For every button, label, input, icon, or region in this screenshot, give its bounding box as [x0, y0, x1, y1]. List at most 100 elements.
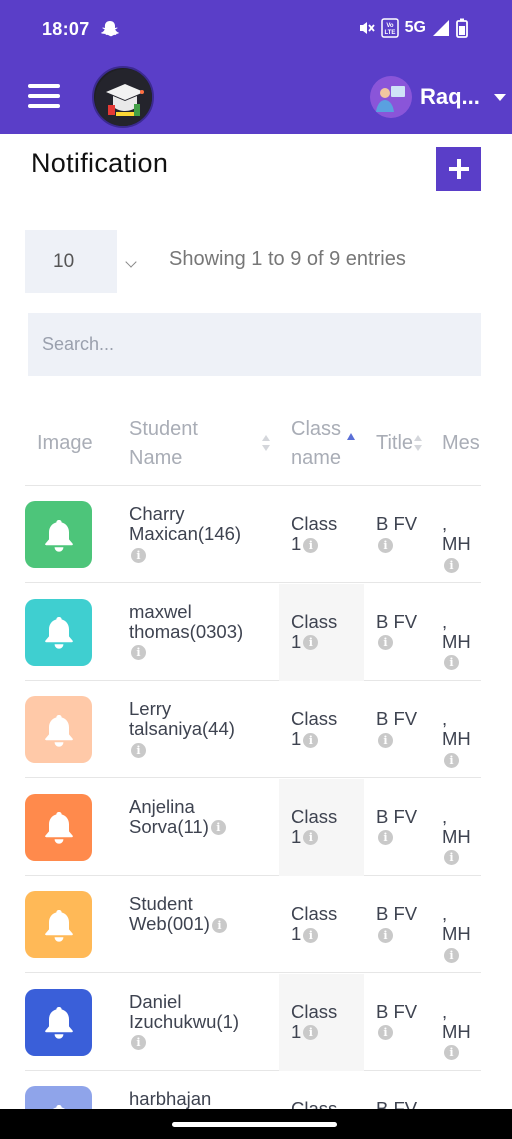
th-student-name-line1: Student: [129, 418, 198, 440]
school-logo[interactable]: [92, 66, 154, 128]
class-cell: Class 1 i: [291, 611, 337, 652]
student-name-cell-line2: talsaniya(44): [129, 718, 235, 739]
th-class-name-line1: Class: [291, 418, 342, 440]
class-cell: Class 1 i: [291, 806, 337, 847]
sort-icon[interactable]: [413, 434, 423, 452]
info-icon[interactable]: i: [444, 947, 459, 963]
info-icon[interactable]: i: [303, 1025, 319, 1041]
sort-icon[interactable]: [261, 434, 271, 452]
th-student-name[interactable]: Student Name: [129, 415, 198, 473]
info-icon[interactable]: i: [444, 752, 459, 768]
class-cell-line2: 1: [291, 825, 302, 847]
table-row[interactable]: Daniel Izuchukwu(1) i Class 1 i B FV i , MH i: [25, 973, 481, 1071]
status-icons: Vo LTE 5G: [357, 18, 468, 38]
message-cell: , MH i: [442, 806, 481, 867]
notification-bell-button[interactable]: [25, 598, 92, 666]
menu-icon[interactable]: [28, 84, 60, 110]
info-icon[interactable]: i: [303, 830, 319, 846]
message-text: , MH: [442, 903, 471, 944]
snapchat-icon: [100, 21, 119, 37]
class-cell: Class 1 i: [291, 514, 337, 554]
title-text: B FV: [376, 610, 418, 632]
message-text: , MH: [442, 1000, 471, 1042]
page-size-select[interactable]: 10: [25, 230, 137, 293]
add-notification-button[interactable]: [436, 147, 481, 191]
info-icon[interactable]: i: [378, 927, 393, 943]
table-row[interactable]: Charry Maxican(146) i Class 1 i B FV i , MH i: [25, 486, 481, 583]
info-icon[interactable]: i: [444, 557, 459, 573]
info-icon[interactable]: i: [131, 547, 146, 563]
caret-down-icon[interactable]: [493, 93, 506, 101]
student-name-cell-line2: Izuchukwu(1): [129, 1010, 240, 1032]
info-icon[interactable]: i: [444, 655, 459, 671]
info-icon[interactable]: i: [444, 850, 459, 866]
info-icon[interactable]: i: [378, 537, 393, 553]
notification-bell-button[interactable]: [25, 696, 92, 763]
class-cell-line2: 1: [291, 728, 302, 749]
student-name-cell: Lerry talsaniya(44) i: [129, 699, 279, 759]
student-name-cell-line2: thomas(0303): [129, 620, 244, 642]
info-icon[interactable]: i: [211, 917, 227, 933]
class-cell-line1: Class: [291, 513, 338, 534]
info-icon[interactable]: i: [378, 1025, 393, 1041]
title-cell: B FV i: [376, 514, 417, 554]
home-indicator[interactable]: [172, 1122, 337, 1127]
title-cell: B FV i: [376, 805, 418, 847]
notification-table: Image Student Name Class name Title Mes: [25, 400, 481, 1120]
class-cell-line2: 1: [291, 630, 302, 652]
student-name-cell: Daniel Izuchukwu(1) i: [129, 991, 279, 1052]
info-icon[interactable]: i: [378, 635, 393, 651]
info-icon[interactable]: i: [303, 635, 319, 651]
message-cell: , MH i: [442, 904, 481, 964]
student-name-cell-line1: Anjelina: [129, 795, 195, 817]
notification-bell-button[interactable]: [25, 501, 92, 568]
info-icon[interactable]: i: [378, 732, 393, 748]
signal-icon: [433, 20, 449, 36]
th-student-name-line2: Name: [129, 447, 183, 469]
notification-bell-button[interactable]: [25, 793, 92, 861]
title-cell: B FV i: [376, 610, 418, 652]
class-cell-line2: 1: [291, 533, 302, 554]
table-row[interactable]: Anjelina Sorva(11) i Class 1 i B FV i , MH i: [25, 778, 481, 876]
info-icon[interactable]: i: [378, 830, 393, 846]
table-row[interactable]: Lerry talsaniya(44) i Class 1 i B FV i , MH i: [25, 681, 481, 778]
svg-text:LTE: LTE: [384, 30, 395, 36]
user-menu[interactable]: Raq...: [370, 76, 506, 118]
entries-info: Showing 1 to 9 of 9 entries: [169, 248, 406, 270]
title-text: B FV: [376, 805, 418, 827]
student-name-cell: Student Web(001) i: [129, 894, 279, 934]
info-icon[interactable]: i: [303, 927, 319, 943]
student-name-cell-line1: Charry: [129, 503, 185, 524]
notification-bell-button[interactable]: [25, 988, 92, 1056]
student-name-cell-line1: maxwel: [129, 600, 192, 622]
th-image[interactable]: Image: [37, 429, 93, 458]
th-message[interactable]: Mes: [442, 429, 480, 458]
avatar: [370, 76, 412, 118]
class-cell-line2: 1: [291, 1020, 302, 1042]
info-icon[interactable]: i: [131, 742, 146, 758]
table-row[interactable]: Student Web(001) i Class 1 i B FV i , MH i: [25, 876, 481, 973]
message-text: , MH: [442, 708, 471, 749]
title-text: B FV: [376, 903, 418, 924]
message-cell: , MH i: [442, 611, 481, 672]
th-title[interactable]: Title: [376, 429, 413, 458]
app-bar: Raq...: [0, 60, 512, 134]
student-name-cell: Charry Maxican(146) i: [129, 504, 279, 564]
table-row[interactable]: maxwel thomas(0303) i Class 1 i B FV i , MH i: [25, 583, 481, 681]
info-icon[interactable]: i: [131, 645, 146, 661]
info-icon[interactable]: i: [131, 1035, 146, 1051]
bell-icon: [44, 617, 73, 649]
sort-asc-icon[interactable]: [346, 432, 356, 442]
class-cell: Class 1 i: [291, 1001, 337, 1042]
info-icon[interactable]: i: [303, 732, 319, 748]
info-icon[interactable]: i: [444, 1045, 459, 1061]
app-screen: { "status_bar": { "time": "18:07", "netw…: [0, 0, 512, 1139]
bell-icon: [44, 1007, 73, 1039]
info-icon[interactable]: i: [210, 820, 226, 836]
search-input[interactable]: [28, 313, 481, 376]
notification-bell-button[interactable]: [25, 891, 92, 958]
info-icon[interactable]: i: [303, 537, 319, 553]
th-class-name[interactable]: Class name: [291, 415, 341, 473]
student-name-cell-line1: Lerry: [129, 698, 172, 719]
plus-icon: [448, 159, 469, 179]
